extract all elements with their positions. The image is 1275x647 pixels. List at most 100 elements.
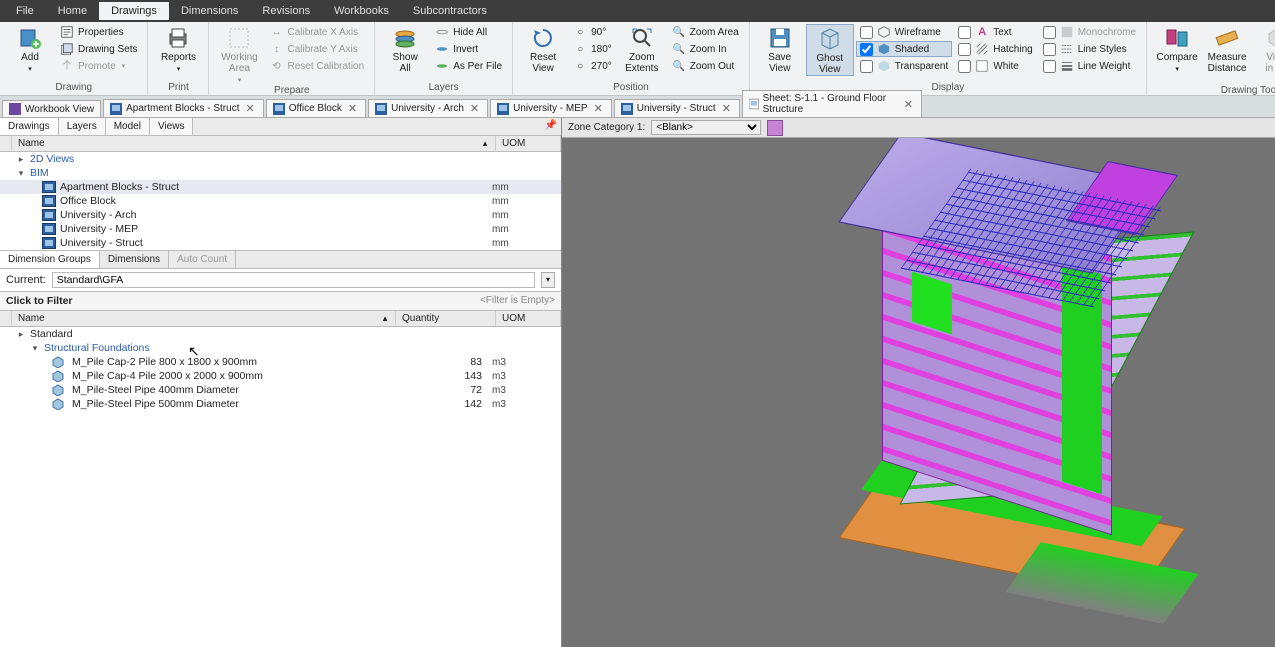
subtab-layers[interactable]: Layers [59, 118, 106, 135]
tab-sheet-s11[interactable]: Sheet: S-1.1 - Ground Floor Structure✕ [742, 90, 922, 117]
wireframe-toggle[interactable]: Wireframe [856, 24, 953, 40]
close-icon[interactable]: ✕ [243, 102, 256, 115]
text-checkbox[interactable] [958, 26, 971, 39]
white-toggle[interactable]: White [954, 58, 1036, 74]
hide-all-button[interactable]: Hide All [431, 24, 506, 40]
menu-drawings[interactable]: Drawings [99, 2, 169, 20]
col-name[interactable]: Name▲ [12, 136, 496, 151]
tab-university-arch[interactable]: University - Arch✕ [368, 99, 488, 117]
add-button[interactable]: Add ▾ [6, 24, 54, 73]
tab-university-mep[interactable]: University - MEP✕ [490, 99, 612, 117]
text-toggle[interactable]: AText [954, 24, 1036, 40]
promote-button[interactable]: Promote▾ [56, 58, 141, 74]
calibrate-y-button[interactable]: ↕Calibrate Y Axis [265, 41, 368, 57]
expand-icon[interactable]: ▸ [16, 154, 26, 165]
menu-workbooks[interactable]: Workbooks [322, 2, 401, 20]
invert-button[interactable]: Invert [431, 41, 506, 57]
menu-subcontractors[interactable]: Subcontractors [401, 2, 499, 20]
drawing-sets-button[interactable]: Drawing Sets [56, 41, 141, 57]
menu-file[interactable]: File [4, 2, 46, 20]
hatching-checkbox[interactable] [958, 43, 971, 56]
close-icon[interactable]: ✕ [592, 102, 605, 115]
shaded-checkbox[interactable] [860, 43, 873, 56]
dimtab-dimensions[interactable]: Dimensions [100, 251, 169, 268]
tab-office-block[interactable]: Office Block✕ [266, 99, 366, 117]
zone-select[interactable]: <Blank> [651, 120, 761, 135]
tab-workbook-view[interactable]: Workbook View [2, 100, 101, 117]
properties-button[interactable]: Properties [56, 24, 141, 40]
zoom-out-button[interactable]: 🔍Zoom Out [668, 58, 743, 74]
dropdown-icon[interactable]: ▾ [541, 272, 555, 288]
tab-apartment-blocks[interactable]: Apartment Blocks - Struct✕ [103, 99, 264, 117]
subtab-model[interactable]: Model [106, 118, 150, 135]
wireframe-checkbox[interactable] [860, 26, 873, 39]
compare-button[interactable]: Compare ▾ [1153, 24, 1201, 73]
calibrate-x-button[interactable]: ↔Calibrate X Axis [265, 24, 368, 40]
zoom-area-button[interactable]: 🔍Zoom Area [668, 24, 743, 40]
dim-item[interactable]: M_Pile Cap-4 Pile 2000 x 2000 x 900mm143… [0, 369, 561, 383]
line-styles-toggle[interactable]: Line Styles [1039, 41, 1140, 57]
dimension-tree[interactable]: ▸Standard ▾Structural Foundations M_Pile… [0, 327, 561, 647]
rotate-180-button[interactable]: ○180° [569, 41, 616, 57]
col-uom[interactable]: UOM [496, 311, 561, 326]
as-per-file-button[interactable]: As Per File [431, 58, 506, 74]
tree-item[interactable]: University - Archmm [0, 208, 561, 222]
tree-item[interactable]: University - Structmm [0, 236, 561, 250]
working-area-button[interactable]: Working Area ▾ [215, 24, 263, 84]
menu-dimensions[interactable]: Dimensions [169, 2, 250, 20]
drawings-tree[interactable]: ▸2D Views ▾BIM Apartment Blocks - Struct… [0, 152, 561, 250]
white-checkbox[interactable] [958, 60, 971, 73]
tree-2d-views[interactable]: ▸2D Views [0, 152, 561, 166]
dim-item[interactable]: M_Pile-Steel Pipe 500mm Diameter142m3 [0, 397, 561, 411]
3d-viewport[interactable] [562, 138, 1275, 647]
lineweight-checkbox[interactable] [1043, 60, 1056, 73]
close-icon[interactable]: ✕ [902, 98, 915, 111]
transparent-toggle[interactable]: Transparent [856, 58, 953, 74]
subtab-drawings[interactable]: Drawings [0, 118, 59, 135]
close-icon[interactable]: ✕ [346, 102, 359, 115]
zoom-in-button[interactable]: 🔍Zoom In [668, 41, 743, 57]
reports-button[interactable]: Reports ▾ [154, 24, 202, 73]
reset-calibration-button[interactable]: ⟲Reset Calibration [265, 58, 368, 74]
line-weight-toggle[interactable]: Line Weight [1039, 58, 1140, 74]
collapse-icon[interactable]: ▾ [16, 168, 26, 179]
collapse-icon[interactable]: ▾ [30, 343, 40, 354]
monochrome-toggle[interactable]: Monochrome [1039, 24, 1140, 40]
save-view-button[interactable]: Save View [756, 24, 804, 74]
tree-item[interactable]: University - MEPmm [0, 222, 561, 236]
dim-item[interactable]: M_Pile-Steel Pipe 400mm Diameter72m3 [0, 383, 561, 397]
subtab-views[interactable]: Views [150, 118, 194, 135]
dimtab-autocount[interactable]: Auto Count [169, 251, 236, 268]
pin-icon[interactable]: 📌 [545, 120, 557, 131]
menu-revisions[interactable]: Revisions [250, 2, 322, 20]
col-uom[interactable]: UOM [496, 136, 561, 151]
tab-university-struct[interactable]: University - Struct✕ [614, 99, 740, 117]
hatching-toggle[interactable]: Hatching [954, 41, 1036, 57]
tree-item[interactable]: Apartment Blocks - Structmm [0, 180, 561, 194]
expand-icon[interactable]: ▸ [16, 329, 26, 340]
measure-distance-button[interactable]: Measure Distance [1203, 24, 1251, 74]
current-input[interactable] [52, 272, 535, 288]
reset-view-button[interactable]: Reset View [519, 24, 567, 74]
tree-bim[interactable]: ▾BIM [0, 166, 561, 180]
ghost-view-button[interactable]: Ghost View [806, 24, 854, 76]
close-icon[interactable]: ✕ [468, 102, 481, 115]
tree-item[interactable]: Office Blockmm [0, 194, 561, 208]
linestyles-checkbox[interactable] [1043, 43, 1056, 56]
show-all-button[interactable]: Show All [381, 24, 429, 74]
view-3d-button[interactable]: View in 3D [1253, 24, 1275, 74]
dim-group[interactable]: ▾Structural Foundations [0, 341, 561, 355]
shaded-toggle[interactable]: Shaded [856, 41, 953, 57]
col-name[interactable]: Name▲ [12, 311, 396, 326]
close-icon[interactable]: ✕ [720, 102, 733, 115]
filter-row[interactable]: Click to Filter <Filter is Empty> [0, 292, 561, 311]
transparent-checkbox[interactable] [860, 60, 873, 73]
dim-root[interactable]: ▸Standard [0, 327, 561, 341]
rotate-90-button[interactable]: ○90° [569, 24, 616, 40]
zoom-extents-button[interactable]: Zoom Extents [618, 24, 666, 74]
rotate-270-button[interactable]: ○270° [569, 58, 616, 74]
zone-config-icon[interactable] [767, 120, 783, 136]
menu-home[interactable]: Home [46, 2, 99, 20]
col-qty[interactable]: Quantity [396, 311, 496, 326]
dimtab-groups[interactable]: Dimension Groups [0, 251, 100, 268]
